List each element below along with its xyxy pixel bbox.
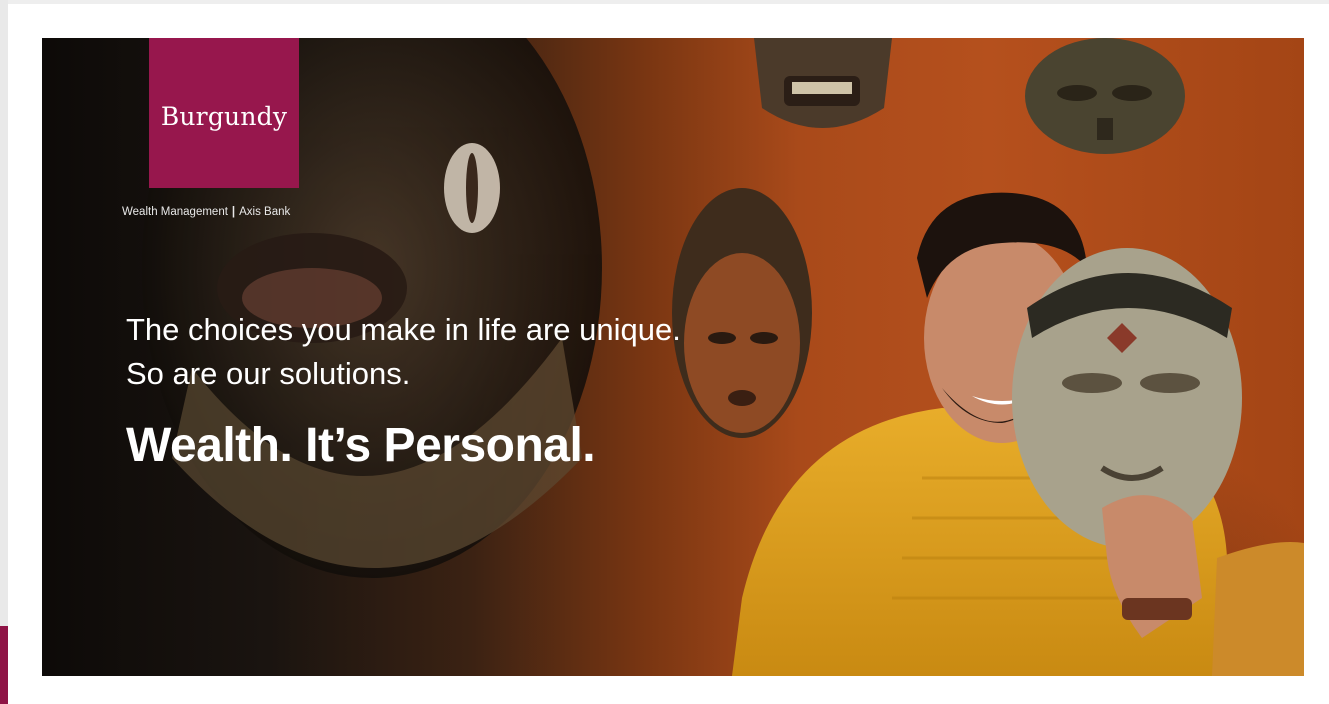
page-top-frame — [8, 0, 1329, 4]
headline-line-2: So are our solutions. — [126, 356, 411, 391]
side-accent-bar — [0, 626, 8, 704]
burgundy-logo-text: Burgundy — [160, 101, 288, 131]
page-left-frame — [0, 0, 8, 704]
headline-line-1: The choices you make in life are unique. — [126, 312, 681, 347]
wall-mask-middle — [672, 188, 812, 438]
slogan: Wealth. It’s Personal. — [126, 419, 596, 472]
brand-tagline: Wealth Management | Axis Bank — [122, 206, 290, 218]
hero-banner[interactable]: Burgundy Wealth Management | Axis Bank The… — [42, 38, 1304, 676]
bank-label: Axis Bank — [239, 206, 291, 218]
wall-mask-top-right — [1025, 38, 1185, 154]
burgundy-logo[interactable]: Burgundy — [149, 38, 299, 188]
wall-mask-top-center — [754, 38, 892, 128]
tagline-separator: | — [231, 206, 236, 218]
armchair — [1212, 542, 1304, 676]
division-label: Wealth Management — [122, 206, 228, 218]
